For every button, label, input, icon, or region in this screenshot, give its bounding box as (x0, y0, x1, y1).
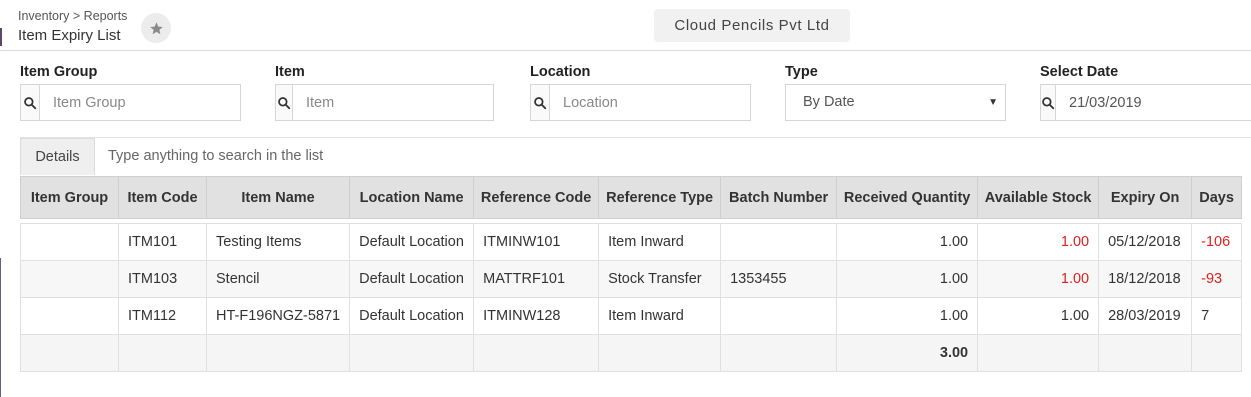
page-header: Inventory > Reports Item Expiry List Clo… (0, 0, 1251, 51)
tab-details[interactable]: Details (20, 138, 95, 175)
cell-available-stock: 1.00 (977, 260, 1100, 298)
header-accent-bar (0, 28, 2, 46)
column-header[interactable]: Location Name (349, 176, 475, 219)
cell-item-group (20, 260, 119, 298)
cell-item-group (20, 223, 119, 261)
location-search-button[interactable] (531, 85, 550, 120)
cell-reference-type: Stock Transfer (598, 260, 722, 298)
cell-reference-code: ITMINW101 (473, 223, 600, 261)
cell-received-quantity: 1.00 (836, 297, 979, 335)
cell-location: Default Location (349, 297, 475, 335)
cell-reference-type: Item Inward (598, 297, 722, 335)
filter-item: Item (275, 64, 494, 121)
cell-received-quantity: 1.00 (836, 223, 979, 261)
select-date-label: Select Date (1040, 64, 1119, 80)
cell-reference-code: MATTRF101 (473, 260, 600, 298)
cell-batch-number: 1353455 (720, 260, 838, 298)
filter-item-group: Item Group (20, 64, 241, 121)
cell-days: -106 (1191, 223, 1243, 261)
cell-location: Default Location (349, 223, 475, 261)
location-input[interactable] (550, 85, 750, 120)
caret-down-icon: ▼ (988, 97, 998, 108)
item-input[interactable] (293, 85, 493, 120)
cell-item-code: ITM103 (118, 260, 207, 298)
type-label: Type (785, 64, 818, 80)
cell-expiry-on: 18/12/2018 (1098, 260, 1193, 298)
cell-item-code: ITM112 (118, 297, 207, 335)
column-header[interactable]: Item Name (205, 176, 351, 219)
cell-item-name: Stencil (205, 260, 351, 298)
cell-reference-type: Item Inward (598, 223, 722, 261)
table-row[interactable]: ITM101 Testing Items Default Location IT… (20, 223, 1243, 261)
cell-expiry-on: 05/12/2018 (1098, 223, 1193, 261)
search-icon (534, 96, 547, 109)
column-header[interactable]: Reference Type (598, 176, 722, 219)
column-header[interactable]: Item Code (118, 176, 207, 219)
column-header[interactable]: Available Stock (977, 176, 1100, 219)
filter-select-date: Select Date (1040, 64, 1251, 121)
cell-batch-number (720, 223, 838, 261)
date-search-button[interactable] (1041, 85, 1056, 120)
type-select-value: By Date (803, 94, 855, 110)
select-date-field (1040, 84, 1251, 121)
cell-days: -93 (1191, 260, 1243, 298)
item-field (275, 84, 494, 121)
total-received-quantity: 3.00 (836, 334, 979, 372)
page-title: Item Expiry List (18, 27, 121, 44)
item-group-field (20, 84, 241, 121)
cell-batch-number (720, 297, 838, 335)
cell-available-stock: 1.00 (977, 297, 1100, 335)
item-group-label: Item Group (20, 64, 98, 80)
column-header[interactable]: Days (1191, 176, 1243, 219)
cell-reference-code: ITMINW128 (473, 297, 600, 335)
cell-item-group (20, 297, 119, 335)
list-search-input[interactable] (108, 148, 608, 164)
column-header[interactable]: Item Group (20, 176, 119, 219)
cell-available-stock: 1.00 (977, 223, 1100, 261)
totals-row: 3.00 (20, 334, 1243, 372)
page-edge-line (0, 258, 1, 397)
table-row[interactable]: ITM103 Stencil Default Location MATTRF10… (20, 260, 1243, 298)
filter-type: Type By Date ▼ (785, 64, 1006, 121)
location-field (530, 84, 751, 121)
cell-item-code: ITM101 (118, 223, 207, 261)
type-select[interactable]: By Date ▼ (785, 84, 1006, 121)
details-bar: Details (20, 137, 1251, 175)
favorite-button[interactable] (141, 13, 171, 43)
select-date-input[interactable] (1056, 85, 1251, 120)
breadcrumb[interactable]: Inventory > Reports (18, 9, 127, 23)
item-label: Item (275, 64, 305, 80)
column-header[interactable]: Expiry On (1098, 176, 1193, 219)
item-group-search-button[interactable] (21, 85, 40, 120)
expiry-table: Item Group Item Code Item Name Location … (20, 176, 1243, 372)
cell-location: Default Location (349, 260, 475, 298)
cell-days: 7 (1191, 297, 1243, 335)
location-label: Location (530, 64, 591, 80)
search-icon (278, 96, 291, 109)
filter-location: Location (530, 64, 751, 121)
column-header[interactable]: Batch Number (720, 176, 838, 219)
company-name: Cloud Pencils Pvt Ltd (654, 9, 850, 42)
cell-item-name: Testing Items (205, 223, 351, 261)
search-icon (1042, 96, 1055, 109)
cell-item-name: HT-F196NGZ-5871 (205, 297, 351, 335)
star-icon (149, 21, 163, 34)
search-icon (24, 96, 37, 109)
item-search-button[interactable] (276, 85, 293, 120)
column-header[interactable]: Received Quantity (836, 176, 979, 219)
column-header[interactable]: Reference Code (473, 176, 600, 219)
table-header-row: Item Group Item Code Item Name Location … (20, 176, 1243, 219)
cell-expiry-on: 28/03/2019 (1098, 297, 1193, 335)
cell-received-quantity: 1.00 (836, 260, 979, 298)
table-row[interactable]: ITM112 HT-F196NGZ-5871 Default Location … (20, 297, 1243, 335)
item-group-input[interactable] (40, 85, 240, 120)
